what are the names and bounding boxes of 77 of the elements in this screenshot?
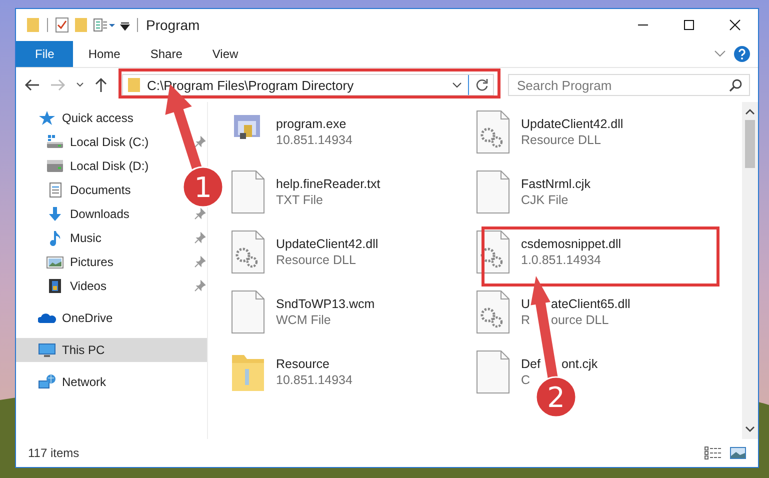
sidebar-item[interactable]: OneDrive <box>16 306 207 330</box>
file-detail: WCM File <box>276 313 331 327</box>
sidebar-item[interactable]: Pictures <box>70 255 114 269</box>
file-detail: R <box>521 313 530 327</box>
network-globe-icon <box>38 374 56 390</box>
sidebar-item[interactable]: Local Disk (D:) <box>70 159 149 173</box>
scroll-up-icon[interactable] <box>745 108 755 116</box>
search-field[interactable]: Search Program <box>508 74 750 96</box>
address-bar[interactable]: C:\Program Files\Program Directory <box>122 74 494 96</box>
item-count: 117 items <box>28 446 80 460</box>
film-icon <box>46 278 64 294</box>
sidebar-item[interactable]: Network <box>16 370 207 394</box>
pin-icon[interactable] <box>194 208 206 220</box>
file-name[interactable]: Def <box>521 357 540 371</box>
picture-icon <box>46 254 64 270</box>
file-detail: 10.851.14934 <box>276 133 352 147</box>
file-name[interactable]: SndToWP13.wcm <box>276 297 375 311</box>
close-icon <box>729 19 741 31</box>
recent-caret-icon[interactable] <box>76 81 84 89</box>
download-arrow-icon <box>46 206 64 222</box>
drive-icon <box>46 158 64 174</box>
file-name[interactable]: program.exe <box>276 117 346 131</box>
file-name[interactable]: Resource <box>276 357 330 371</box>
scrollbar[interactable] <box>742 102 758 439</box>
star-icon <box>38 110 56 126</box>
pin-icon[interactable] <box>194 136 206 148</box>
step-badge: 2 <box>535 376 577 418</box>
file-detail: Resource DLL <box>521 133 601 147</box>
address-path: C:\Program Files\Program Directory <box>147 78 355 92</box>
file-name[interactable]: FastNrml.cjk <box>521 177 590 191</box>
pin-icon[interactable] <box>194 232 206 244</box>
folder-icon <box>127 77 141 93</box>
file-detail: 10.851.14934 <box>276 373 352 387</box>
monitor-icon <box>38 342 56 358</box>
drive-icon <box>46 134 64 150</box>
back-arrow-icon[interactable] <box>24 78 40 92</box>
file-name[interactable]: help.fineReader.txt <box>276 177 380 191</box>
sidebar-item[interactable]: Local Disk (C:) <box>70 135 149 149</box>
pin-icon[interactable] <box>194 280 206 292</box>
maximize-icon <box>683 19 695 31</box>
sidebar-item[interactable]: Music <box>70 231 102 245</box>
tiles-view-icon[interactable] <box>730 446 746 460</box>
sidebar-item[interactable]: Videos <box>70 279 106 293</box>
up-arrow-icon[interactable] <box>94 77 108 93</box>
help-icon[interactable] <box>734 46 750 62</box>
refresh-icon[interactable] <box>475 78 489 92</box>
file-detail: C <box>521 373 530 387</box>
expand-ribbon-icon[interactable] <box>714 49 726 59</box>
scroll-down-icon[interactable] <box>745 425 755 433</box>
window-title: Program <box>146 17 201 33</box>
file-detail: Resource DLL <box>276 253 356 267</box>
file-detail: TXT File <box>276 193 323 207</box>
view-options-icon[interactable] <box>93 17 115 33</box>
dropdown-caret-icon[interactable] <box>452 81 462 89</box>
file-detail: ource DLL <box>551 313 609 327</box>
sidebar-item[interactable]: This PC <box>16 338 207 362</box>
file-detail: CJK File <box>521 193 568 207</box>
file-name[interactable]: UpdateClient42.dll <box>521 117 624 131</box>
file-name[interactable]: ateClient65.dll <box>551 297 630 311</box>
ribbon-tab[interactable]: Share <box>135 41 198 67</box>
file-name[interactable]: csdemosnippet.dll <box>521 237 622 251</box>
file-name[interactable]: UpdateClient42.dll <box>276 237 378 251</box>
scrollbar-thumb[interactable] <box>745 120 755 168</box>
file-name[interactable]: ont.cjk <box>561 357 598 371</box>
sidebar-item[interactable]: Documents <box>70 183 131 197</box>
pin-icon[interactable] <box>194 256 206 268</box>
properties-icon[interactable] <box>55 17 69 33</box>
search-icon[interactable] <box>729 78 743 92</box>
file-name[interactable]: U <box>521 297 530 311</box>
ribbon-tab[interactable]: View <box>197 41 254 67</box>
details-view-icon[interactable] <box>704 446 722 460</box>
file-menu-tab[interactable]: File <box>16 41 74 67</box>
sidebar-item[interactable]: Quick access <box>16 106 207 130</box>
sidebar-item[interactable]: Downloads <box>70 207 130 221</box>
ribbon-tab[interactable]: Home <box>73 41 136 67</box>
file-detail: 1.0.851.14934 <box>521 253 601 267</box>
step-badge: 1 <box>182 166 224 208</box>
